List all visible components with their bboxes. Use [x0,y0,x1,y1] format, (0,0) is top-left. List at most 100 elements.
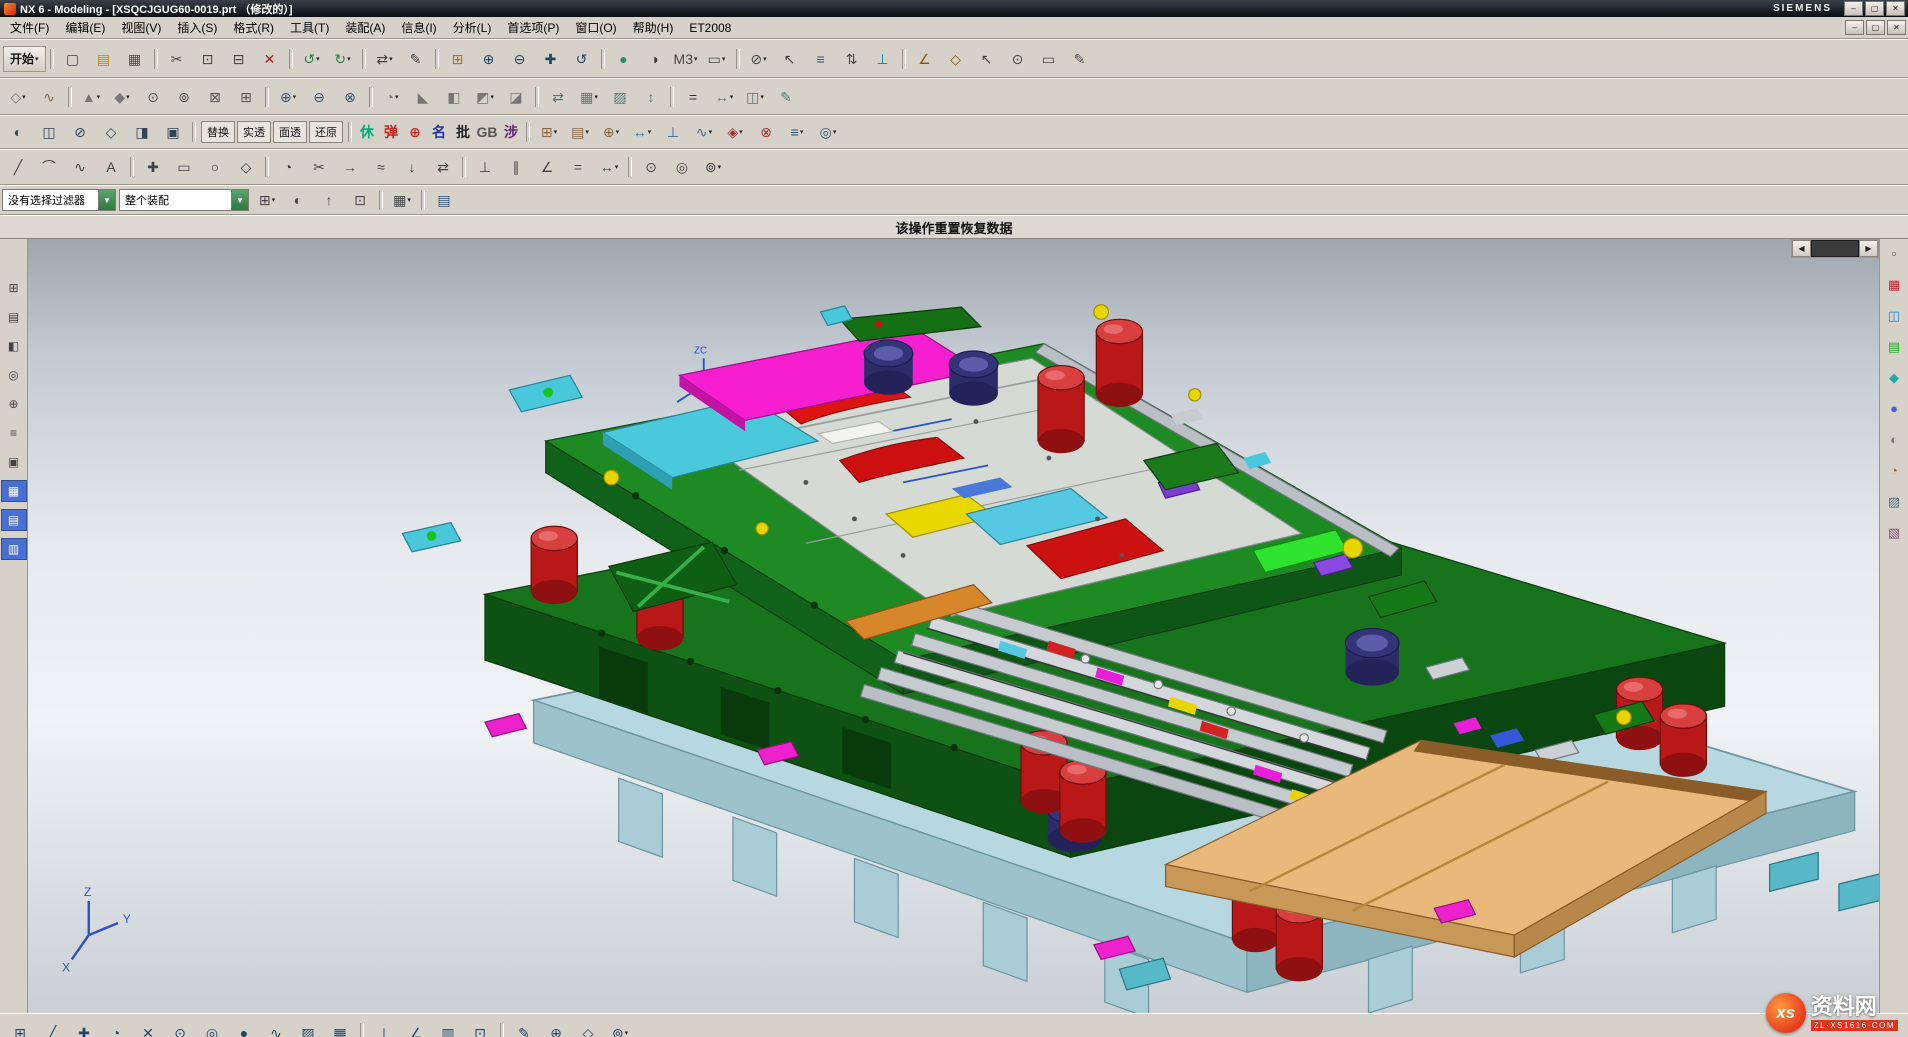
constraint-perpendicular-icon[interactable]: ⊥ [470,154,500,180]
open-component-icon[interactable]: ▤▾ [565,119,595,145]
save-icon[interactable]: ▦ [120,46,150,72]
translucency-icon[interactable]: ◨ [127,119,157,145]
dock-blue-panel-2[interactable]: ▤ [1,509,27,531]
dock-filter-icon[interactable]: ◧ [1,335,27,357]
shell-icon[interactable]: ◧ [439,84,469,110]
top-level-selection-icon[interactable]: ↑ [314,187,344,213]
child-close-button[interactable]: ✕ [1887,20,1906,35]
explorer-icon[interactable]: ◐ [1881,428,1907,450]
menu-file[interactable]: 文件(F) [2,17,57,38]
ruler-icon[interactable]: ▭ [1034,46,1064,72]
menu-tools[interactable]: 工具(T) [282,17,337,38]
save-layer-icon[interactable]: ▥ [433,1020,463,1037]
snap-toggle-icon[interactable]: ⊙ [1003,46,1033,72]
text-curve-icon[interactable]: A [96,154,126,180]
info-note-icon[interactable]: ✎ [1065,46,1095,72]
macro-record-icon[interactable]: ⊚▾ [605,1020,635,1037]
delete-icon[interactable]: ✕ [255,46,285,72]
hole-icon[interactable]: ⊙ [138,84,168,110]
project-curve-icon[interactable]: ↓ [397,154,427,180]
mirror-feature-icon[interactable]: ⇄ [543,84,573,110]
nx-app-icon[interactable] [4,3,16,15]
trim-body-icon[interactable]: ◩▾ [470,84,500,110]
paste-icon[interactable]: ⊟ [224,46,254,72]
scroll-left-button[interactable]: ◀ [1792,240,1811,257]
point-icon[interactable]: ✚ [138,154,168,180]
dock-blue-panel-3[interactable]: ▥ [1,538,27,560]
child-restore-button[interactable]: ▢ [1866,20,1885,35]
datum-display-icon[interactable]: ⊕ [541,1020,571,1037]
layer-settings-icon[interactable]: ≡ [806,46,836,72]
snap-point-options-icon[interactable]: ⊞▾ [252,187,282,213]
constraint-tangent-icon[interactable]: ∠ [532,154,562,180]
repeat-command-icon[interactable]: ⇄▾ [370,46,400,72]
dock-list-icon[interactable]: ≡ [1,422,27,444]
inside-selection-icon[interactable]: ⊡ [345,187,375,213]
snap-intersection-icon[interactable]: ✕ [133,1020,163,1037]
fit-view-icon[interactable]: ⊞ [443,46,473,72]
split-body-icon[interactable]: ◪ [501,84,531,110]
assembly-constraints-icon[interactable]: ⊥ [658,119,688,145]
view-preset-m3-button[interactable]: M3▾ [671,46,701,72]
dock-nav-icon[interactable]: ▤ [1,306,27,328]
resource-corner-box[interactable]: ▫ [1881,242,1907,264]
cut-icon[interactable]: ✂ [162,46,192,72]
menu-edit[interactable]: 编辑(E) [57,17,113,38]
edit-feature-icon[interactable]: ✎ [771,84,801,110]
dock-blue-panel-1[interactable]: ▦ [1,480,27,502]
grid-display-icon[interactable]: ⊡ [465,1020,495,1037]
trim-curve-icon[interactable]: ✂ [304,154,334,180]
minimize-button[interactable]: – [1844,1,1863,16]
mirror-curve-icon[interactable]: ⇄ [428,154,458,180]
dock-pin-icon[interactable]: ⊞ [1,277,27,299]
pattern-feature-icon[interactable]: ▦▾ [574,84,604,110]
menu-information[interactable]: 信息(I) [393,17,444,38]
macro-tan-button[interactable]: 弹 [380,121,402,143]
interference-icon[interactable]: ⊗ [751,119,781,145]
line-icon[interactable]: ╱ [3,154,33,180]
blend-icon[interactable]: ◔▾ [377,84,407,110]
child-minimize-button[interactable]: – [1845,20,1864,35]
reuse-library-icon[interactable]: ◆ [1881,366,1907,388]
dock-zoom-icon[interactable]: ⊕ [1,393,27,415]
sketch-icon[interactable]: ∿ [34,84,64,110]
snap-enable-icon[interactable]: ⊞ [5,1020,35,1037]
shaded-globe-icon[interactable]: ● [609,46,639,72]
select-arrow-icon[interactable]: ↖ [972,46,1002,72]
menu-preferences[interactable]: 首选项(P) [499,17,567,38]
menu-et2008[interactable]: ET2008 [681,17,739,38]
copy-icon[interactable]: ⊡ [193,46,223,72]
scale-body-icon[interactable]: ↕ [636,84,666,110]
selection-scope-dropdown[interactable]: 整个装配 ▼ [119,189,249,211]
scroll-right-button[interactable]: ▶ [1859,240,1878,257]
extrude-icon[interactable]: ▲▾ [76,84,106,110]
zoom-in-out-icon[interactable]: ⊖ [505,46,535,72]
show-hide-icon[interactable]: ⊘▾ [744,46,774,72]
snap-endpoint-icon[interactable]: ╱ [37,1020,67,1037]
subtract-icon[interactable]: ⊖ [304,84,334,110]
add-component-icon[interactable]: ⊕▾ [596,119,626,145]
menu-analysis[interactable]: 分析(L) [445,17,500,38]
pmi-icon[interactable]: ◇ [573,1020,603,1037]
pad-icon[interactable]: ⊞ [231,84,261,110]
annotation-icon[interactable]: ✎ [509,1020,539,1037]
boss-icon[interactable]: ⊚ [169,84,199,110]
assembly-navigator-icon[interactable]: ▦ [1881,273,1907,295]
new-part-icon[interactable]: ▢ [58,46,88,72]
measure-body-icon[interactable]: ◇ [941,46,971,72]
menu-format[interactable]: 格式(R) [225,17,282,38]
part-navigator-icon[interactable]: ▤ [1881,335,1907,357]
offset-curve-icon[interactable]: ≈ [366,154,396,180]
macro-ming-button[interactable]: 名 [428,121,450,143]
render-style-icon[interactable]: ◑ [640,46,670,72]
select-highlight-icon[interactable]: ◐ [283,187,313,213]
macro-pi-button[interactable]: 批 [452,121,474,143]
fillet-curve-icon[interactable]: ◔ [273,154,303,180]
menu-view[interactable]: 视图(V) [113,17,169,38]
datum-plane-icon[interactable]: ◇▾ [3,84,33,110]
solid-translucent-button[interactable]: 实透 [237,121,271,143]
dock-target-icon[interactable]: ◎ [1,364,27,386]
measure-distance-icon[interactable]: ∠ [910,46,940,72]
spline-icon[interactable]: ∿ [65,154,95,180]
sequence-icon[interactable]: ≡▾ [782,119,812,145]
